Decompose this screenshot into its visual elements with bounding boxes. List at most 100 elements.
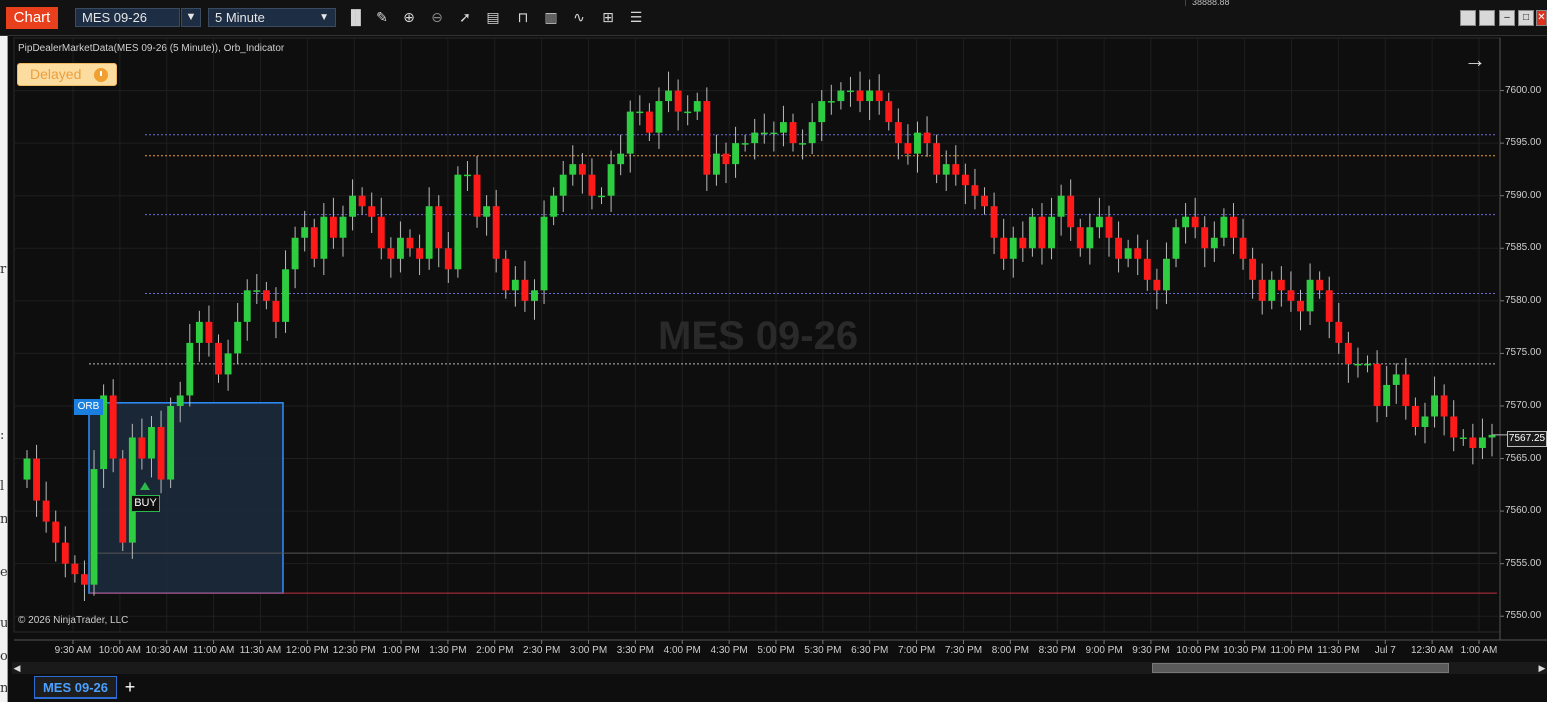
candle-body (607, 164, 615, 196)
candle-body (1191, 216, 1199, 228)
time-tick-label: 3:00 PM (569, 645, 608, 656)
time-tick-label: 4:30 PM (710, 645, 748, 656)
instrument-selector[interactable]: MES 09-26 (75, 8, 180, 27)
candle-body (1172, 227, 1180, 259)
candle-body (454, 174, 462, 270)
time-tick-label: 6:30 PM (851, 645, 889, 656)
candle-body (1335, 321, 1343, 343)
candle-body (923, 132, 931, 144)
candle-body (875, 90, 883, 102)
candle-body (760, 132, 768, 135)
candle-body (243, 290, 251, 322)
candle-body (444, 248, 452, 270)
candle-body (138, 437, 146, 459)
candle-body (1105, 216, 1113, 238)
data-box-icon[interactable]: ▤ (484, 8, 502, 27)
scroll-thumb[interactable] (1152, 663, 1449, 673)
price-tick-label: 7550.00 (1505, 610, 1542, 622)
candle-body (1258, 279, 1266, 301)
candle-body (291, 237, 299, 270)
candle-body (1124, 248, 1132, 259)
price-tick-label: 7555.00 (1505, 557, 1542, 569)
candle-body (262, 290, 270, 301)
candle-body (1325, 290, 1333, 322)
candle-body (148, 426, 155, 459)
candle-body (377, 216, 385, 249)
delayed-badge[interactable]: Delayed (17, 63, 117, 86)
period-label: 5 Minute (215, 10, 265, 25)
arrow-right-icon[interactable]: → (1464, 47, 1486, 73)
candle-body (1249, 258, 1257, 280)
tab-mes-09-26[interactable]: MES 09-26 (34, 676, 117, 699)
tile-icon[interactable] (1460, 10, 1476, 26)
candle-body (1277, 279, 1285, 291)
chevron-down-icon: ▼ (319, 12, 329, 23)
candle-body (1057, 195, 1065, 217)
pointer-icon[interactable]: ➚ (456, 8, 474, 27)
candle-body (1182, 216, 1190, 228)
candle-body (33, 458, 41, 501)
candle-body (416, 248, 424, 259)
pencil-icon[interactable]: ✎ (373, 8, 391, 27)
candle-body (894, 122, 902, 144)
price-tick-label: 7590.00 (1505, 189, 1542, 201)
candle-body (1201, 227, 1209, 249)
candle-body (837, 90, 845, 102)
candle-body (1373, 363, 1381, 406)
candle-body (1421, 416, 1429, 427)
candle-body (961, 174, 969, 186)
candle-body (511, 279, 519, 291)
candle-body (751, 132, 759, 144)
candle-body (157, 426, 165, 480)
candle-body (617, 153, 625, 165)
time-tick-label: Jul 7 (1374, 645, 1396, 656)
scroll-left-icon[interactable]: ◀ (12, 662, 22, 674)
time-tick-label: 3:30 PM (616, 645, 655, 656)
candle-body (971, 185, 979, 196)
chart-app-tab[interactable]: Chart (6, 7, 58, 29)
candle-body (425, 206, 433, 259)
candle-body (119, 458, 127, 543)
candle-body (1440, 395, 1448, 417)
chart-trader-icon[interactable]: ▥ (542, 8, 560, 27)
time-tick-label: 2:30 PM (523, 645, 561, 656)
candle-body (952, 164, 960, 175)
close-icon[interactable]: ✕ (1536, 10, 1547, 26)
candle-body (550, 195, 558, 217)
tile-icon-2[interactable] (1479, 10, 1495, 26)
period-selector[interactable]: 5 Minute ▼ (208, 8, 336, 27)
candle-body (779, 122, 787, 133)
candle-body (1115, 237, 1123, 259)
delayed-label: Delayed (30, 66, 82, 82)
time-tick-label: 12:00 PM (285, 645, 329, 656)
bar-type-icon[interactable]: ▐▌ (346, 8, 366, 27)
properties-icon[interactable]: ☰ (627, 8, 645, 27)
candle-body (1402, 374, 1410, 406)
instrument-dropdown-icon[interactable]: ▼ (181, 8, 201, 27)
time-tick-label: 9:00 PM (1085, 645, 1123, 656)
candle-body (1459, 437, 1467, 440)
indicators-icon[interactable]: ∿ (570, 8, 588, 27)
candle-body (703, 101, 711, 175)
scroll-right-icon[interactable]: ▶ (1537, 662, 1547, 674)
zoom-in-icon[interactable]: ⊕ (400, 8, 418, 27)
candle-body (521, 279, 529, 301)
candle-body (42, 500, 50, 522)
candle-body (693, 101, 701, 112)
candle-body (1364, 363, 1371, 366)
candle-body (827, 101, 835, 103)
zoom-out-icon[interactable]: ⊖ (428, 8, 446, 27)
strategies-icon[interactable]: ⊞ (599, 8, 617, 27)
candle-body (282, 269, 289, 322)
maximize-icon[interactable]: □ (1518, 10, 1534, 26)
minimize-icon[interactable]: – (1499, 10, 1515, 26)
add-tab-icon[interactable]: + (120, 678, 140, 698)
candle-body (1095, 216, 1103, 228)
candle-body (1450, 416, 1458, 438)
candle-body (1048, 216, 1055, 249)
candle-body (1354, 363, 1362, 366)
time-tick-label: 8:00 PM (991, 645, 1029, 656)
price-marker-icon[interactable]: ⊓ (514, 8, 532, 27)
candle-body (674, 90, 682, 112)
candle-body (712, 153, 720, 175)
